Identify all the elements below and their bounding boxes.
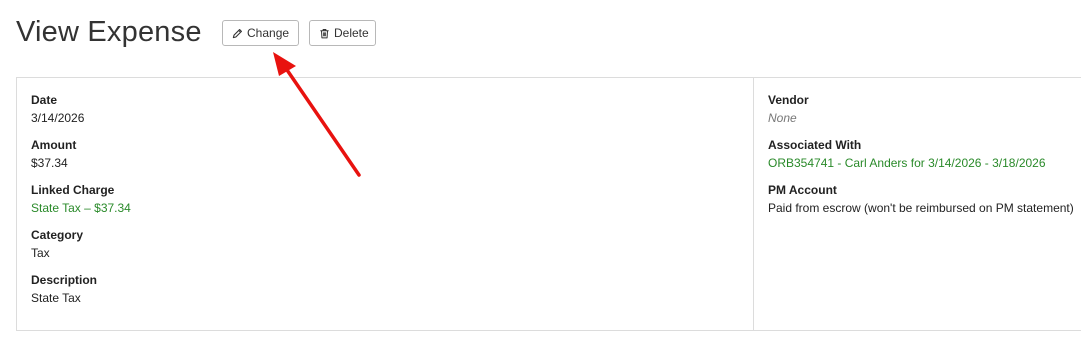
field-label: Description [31,273,98,287]
expense-details-panel: Date 3/14/2026 Amount $37.34 Linked Char… [16,77,1081,331]
field-label: Associated With [768,138,862,152]
details-right-column: Vendor None Associated With ORB354741 - … [754,78,1081,330]
field-label: Category [31,228,84,242]
associated-reservation-link[interactable]: ORB354741 - Carl Anders for 3/14/2026 - … [768,154,1081,172]
linked-charge-link[interactable]: State Tax – $37.34 [31,199,739,217]
field-label: Amount [31,138,77,152]
vendor-field: Vendor None [768,91,1081,127]
field-label: Linked Charge [31,183,115,197]
pencil-icon [232,28,243,39]
field-label: PM Account [768,183,837,197]
amount-field: Amount $37.34 [31,136,739,172]
trash-icon [319,28,330,39]
pm-account-field: PM Account Paid from escrow (won't be re… [768,181,1081,217]
amount-value: $37.34 [31,156,68,170]
description-field: Description State Tax [31,271,739,307]
associated-with-field: Associated With ORB354741 - Carl Anders … [768,136,1081,172]
pm-account-value: Paid from escrow (won't be reimbursed on… [768,201,1074,215]
date-value: 3/14/2026 [31,111,85,125]
delete-button-label: Delete [334,26,369,40]
field-label: Vendor [768,93,809,107]
date-field: Date 3/14/2026 [31,91,739,127]
change-button-label: Change [247,26,290,40]
delete-button[interactable]: Delete [309,20,376,46]
page-header: View Expense [16,12,202,52]
page-title: View Expense [16,16,202,48]
category-field: Category Tax [31,226,739,262]
description-value: State Tax [31,291,81,305]
vendor-value: None [768,111,797,125]
details-left-column: Date 3/14/2026 Amount $37.34 Linked Char… [17,78,754,330]
field-label: Date [31,93,58,107]
category-value: Tax [31,246,50,260]
change-button[interactable]: Change [222,20,299,46]
linked-charge-field: Linked Charge State Tax – $37.34 [31,181,739,217]
